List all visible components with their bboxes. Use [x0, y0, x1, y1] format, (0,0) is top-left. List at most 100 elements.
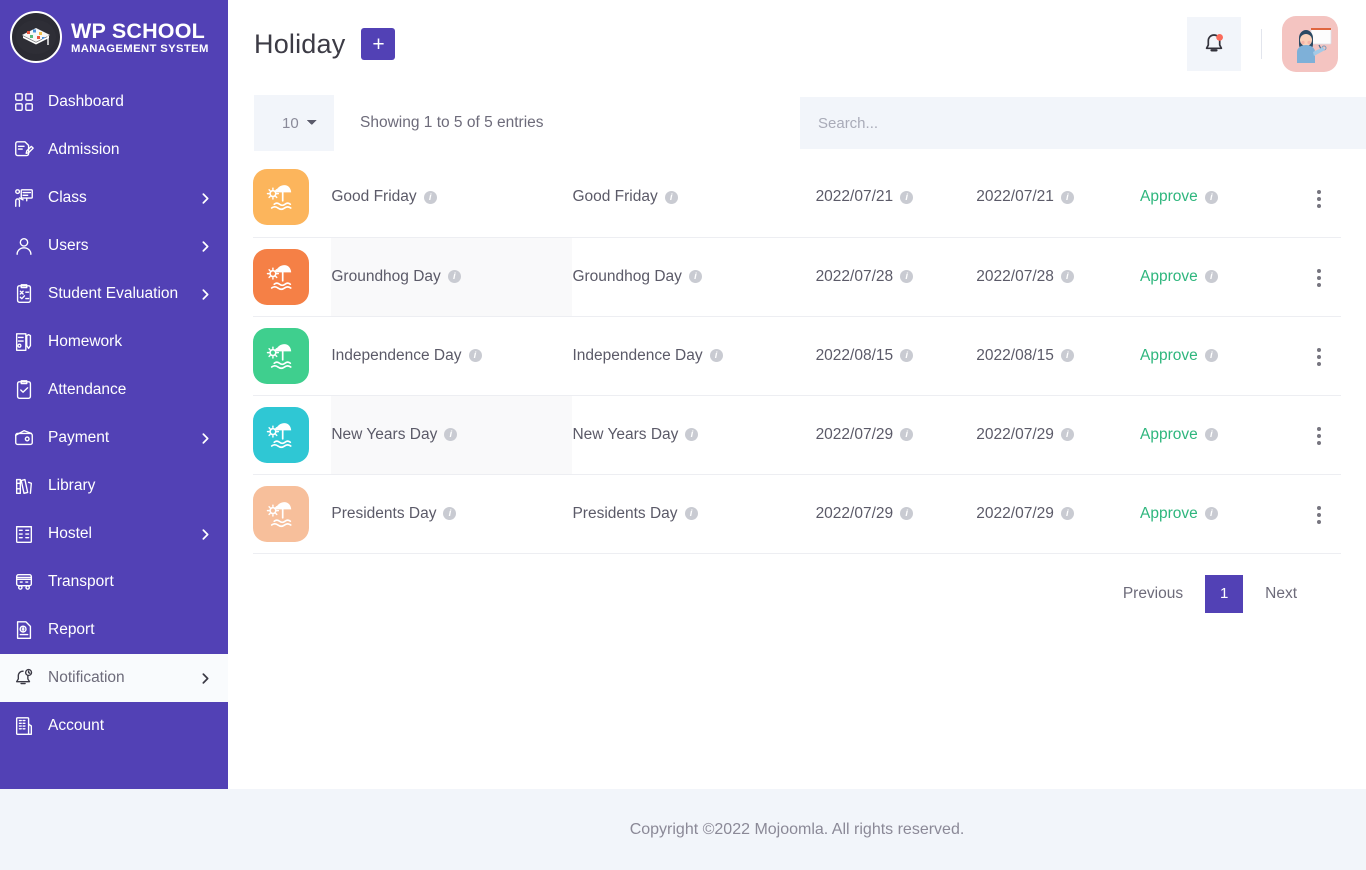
sidebar-item-dashboard[interactable]: Dashboard — [0, 78, 228, 126]
holiday-table: Good Friday i Good Friday i 2022/07/21 i 2022/… — [253, 158, 1341, 554]
row-end-date-cell: 2022/07/21 i — [976, 158, 1140, 237]
row-status-cell: Approve i — [1140, 316, 1291, 395]
wallet-icon — [12, 426, 36, 450]
info-icon[interactable]: i — [468, 349, 482, 362]
pagination-page-1[interactable]: 1 — [1205, 574, 1244, 613]
pagination-previous[interactable]: Previous — [1109, 585, 1197, 603]
info-icon[interactable]: i — [1204, 270, 1218, 283]
sidebar-item-attendance[interactable]: Attendance — [0, 366, 228, 414]
sidebar-item-hostel[interactable]: Hostel — [0, 510, 228, 558]
grid-squares-icon — [12, 90, 36, 114]
books-icon — [12, 474, 36, 498]
add-holiday-button[interactable]: + — [361, 28, 396, 60]
row-status-cell: Approve i — [1140, 237, 1291, 316]
row-name-cell: Presidents Day i — [331, 474, 572, 553]
info-icon[interactable]: i — [900, 190, 914, 204]
info-icon[interactable]: i — [664, 190, 678, 204]
sidebar-item-report[interactable]: Report — [0, 606, 228, 654]
info-icon[interactable]: i — [1204, 507, 1218, 520]
page-length-select[interactable]: 102550100 — [254, 95, 334, 151]
sidebar-item-label: Transport — [48, 573, 114, 590]
info-icon[interactable]: i — [685, 428, 699, 441]
holiday-start-date: 2022/07/29 — [815, 504, 894, 522]
vertical-dots-icon[interactable] — [1307, 342, 1331, 372]
sidebar-item-label: Student Evaluation — [48, 285, 179, 302]
holiday-table-body: Good Friday i Good Friday i 2022/07/21 i 2022/… — [253, 158, 1341, 553]
row-actions-cell — [1291, 158, 1341, 237]
vertical-dots-icon[interactable] — [1307, 263, 1331, 293]
table-row: Presidents Day i Presidents Day i 2022/07/29… — [253, 474, 1341, 553]
info-icon[interactable]: i — [1060, 190, 1074, 204]
chevron-right-icon — [198, 527, 212, 541]
vertical-dots-icon[interactable] — [1307, 500, 1331, 530]
row-actions-cell — [1291, 316, 1341, 395]
info-icon[interactable]: i — [447, 270, 461, 283]
chevron-placeholder — [198, 575, 212, 589]
status-badge[interactable]: Approve — [1140, 268, 1198, 286]
table-row: Groundhog Day i Groundhog Day i 2022/07/28 i 2… — [253, 237, 1341, 316]
info-icon[interactable]: i — [900, 270, 914, 283]
row-icon-cell — [253, 158, 331, 237]
info-icon[interactable]: i — [1204, 349, 1218, 362]
sidebar-item-notification[interactable]: Notification — [0, 654, 228, 702]
brand-logo-block[interactable]: WP SCHOOL MANAGEMENT SYSTEM — [0, 0, 228, 74]
holiday-end-date: 2022/07/28 — [976, 267, 1054, 285]
holiday-end-date: 2022/07/29 — [976, 504, 1054, 522]
bell-clock-icon — [12, 666, 36, 690]
vertical-dots-icon[interactable] — [1307, 421, 1331, 451]
info-icon[interactable]: i — [1204, 190, 1218, 204]
notification-bell-button[interactable] — [1187, 17, 1241, 71]
status-badge[interactable]: Approve — [1140, 426, 1198, 444]
row-end-date-cell: 2022/07/29 i — [976, 395, 1140, 474]
sidebar-item-student-evaluation[interactable]: Student Evaluation — [0, 270, 228, 318]
search-input[interactable] — [800, 97, 1366, 149]
info-icon[interactable]: i — [423, 190, 437, 204]
info-icon[interactable]: i — [443, 507, 457, 520]
sidebar-item-payment[interactable]: Payment — [0, 414, 228, 462]
info-icon[interactable]: i — [900, 428, 914, 441]
row-actions-cell — [1291, 474, 1341, 553]
building-icon — [12, 522, 36, 546]
beach-umbrella-icon — [253, 406, 309, 463]
status-badge[interactable]: Approve — [1140, 188, 1198, 206]
sidebar-item-transport[interactable]: Transport — [0, 558, 228, 606]
table-row: Good Friday i Good Friday i 2022/07/21 i 2022/… — [253, 158, 1341, 237]
vertical-dots-icon[interactable] — [1307, 184, 1331, 214]
sidebar-item-library[interactable]: Library — [0, 462, 228, 510]
entries-info: Showing 1 to 5 of 5 entries — [360, 114, 544, 131]
holiday-name: Presidents Day — [331, 504, 437, 522]
row-status-cell: Approve i — [1140, 158, 1291, 237]
info-icon[interactable]: i — [688, 270, 702, 283]
holiday-description: Good Friday — [572, 188, 658, 206]
topbar-right — [1187, 16, 1338, 72]
holiday-description: Independence Day — [572, 346, 703, 364]
holiday-start-date: 2022/07/28 — [815, 267, 894, 285]
holiday-start-date: 2022/08/15 — [815, 346, 894, 364]
sidebar-item-account[interactable]: Account — [0, 702, 228, 750]
info-icon[interactable]: i — [900, 507, 914, 520]
sidebar-item-users[interactable]: Users — [0, 222, 228, 270]
pagination-next[interactable]: Next — [1251, 585, 1311, 603]
info-icon[interactable]: i — [444, 428, 458, 441]
report-document-icon — [12, 618, 36, 642]
info-icon[interactable]: i — [900, 349, 914, 362]
beach-umbrella-icon — [253, 248, 309, 305]
sidebar-item-homework[interactable]: Homework — [0, 318, 228, 366]
row-name-cell: Groundhog Day i — [331, 237, 573, 316]
user-avatar[interactable] — [1282, 16, 1338, 72]
info-icon[interactable]: i — [1204, 428, 1218, 441]
info-icon[interactable]: i — [684, 507, 698, 520]
sidebar-item-label: Class — [48, 189, 87, 206]
info-icon[interactable]: i — [1060, 270, 1074, 283]
sidebar-item-class[interactable]: Class — [0, 174, 228, 222]
row-start-date-cell: 2022/08/15 i — [816, 316, 977, 395]
sidebar-item-admission[interactable]: Admission — [0, 126, 228, 174]
info-icon[interactable]: i — [1060, 349, 1074, 362]
status-badge[interactable]: Approve — [1140, 347, 1198, 365]
info-icon[interactable]: i — [1060, 428, 1074, 441]
status-badge[interactable]: Approve — [1140, 505, 1198, 523]
info-icon[interactable]: i — [1060, 507, 1074, 520]
chevron-right-icon — [198, 431, 212, 445]
info-icon[interactable]: i — [709, 349, 723, 362]
user-icon — [12, 234, 36, 258]
